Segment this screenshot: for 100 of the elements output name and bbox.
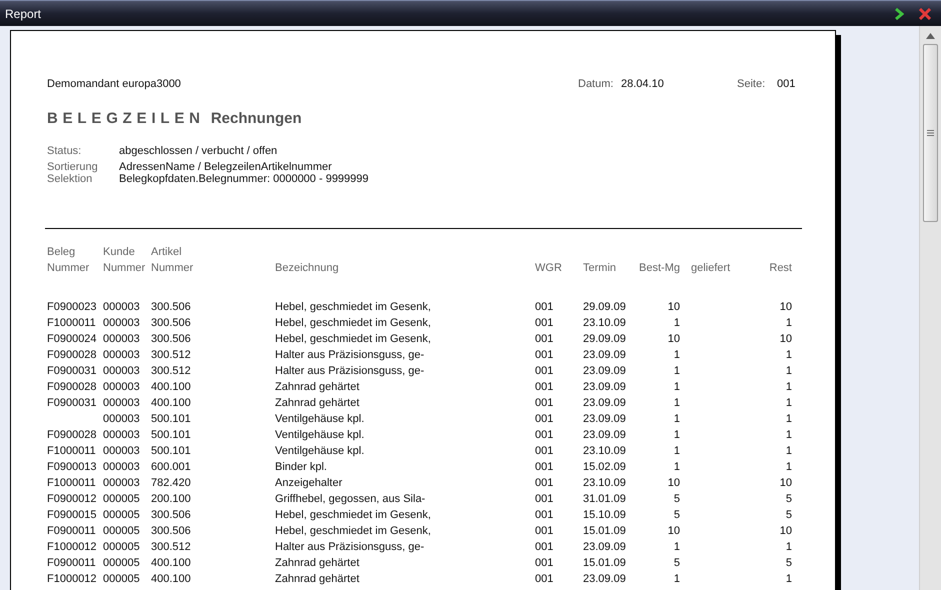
table-cell: 500.101 — [151, 445, 191, 458]
table-cell: 23.09.09 — [583, 381, 626, 394]
table-cell: 1 — [674, 349, 680, 362]
table-cell: 001 — [535, 525, 554, 538]
table-cell: F0900023 — [47, 301, 97, 314]
criteria-value: abgeschlossen / verbucht / offen — [119, 144, 278, 156]
table-cell: F1000012 — [47, 541, 97, 554]
table-cell: 001 — [535, 557, 554, 570]
table-cell: 300.512 — [151, 541, 191, 554]
table-cell: 1 — [674, 381, 680, 394]
table-cell: 001 — [535, 445, 554, 458]
table-cell: 001 — [535, 429, 554, 442]
table-cell: 1 — [786, 541, 792, 554]
table-cell: 1 — [674, 317, 680, 330]
table-cell: Binder kpl. — [275, 461, 327, 474]
table-cell: 1 — [674, 445, 680, 458]
table-cell: 5 — [786, 493, 792, 506]
field-label: Seite: — [737, 76, 766, 92]
close-icon[interactable] — [919, 8, 931, 20]
criteria-label: Selektion — [47, 172, 94, 184]
table-cell: 1 — [786, 573, 792, 586]
table-cell: Halter aus Präzisionsguss, ge- — [275, 349, 424, 362]
table-cell: 000005 — [103, 573, 140, 586]
table-cell: 1 — [786, 461, 792, 474]
table-cell: 23.09.09 — [583, 397, 626, 410]
table-cell: 200.100 — [151, 493, 191, 506]
table-cell: Hebel, geschmiedet im Gesenk, — [275, 317, 431, 330]
table-cell: 000003 — [103, 301, 140, 314]
table-cell: 001 — [535, 365, 554, 378]
table-cell: 29.09.09 — [583, 333, 626, 346]
table-cell: 300.512 — [151, 349, 191, 362]
table-cell: F0900031 — [47, 397, 97, 410]
table-cell: Hebel, geschmiedet im Gesenk, — [275, 333, 431, 346]
table-cell: F0900028 — [47, 381, 97, 394]
table-cell: 1 — [674, 365, 680, 378]
table-cell: 23.10.09 — [583, 445, 626, 458]
table-cell: 000003 — [103, 477, 140, 490]
table-cell: Hebel, geschmiedet im Gesenk, — [275, 509, 431, 522]
table-cell: 500.101 — [151, 429, 191, 442]
table-cell: 000003 — [103, 429, 140, 442]
table-cell: 001 — [535, 333, 554, 346]
criteria-value: Belegkopfdaten.Belegnummer: 0000000 - 9999999 — [119, 172, 369, 184]
table-cell: 1 — [786, 349, 792, 362]
table-cell: 000003 — [103, 333, 140, 346]
criteria-label: Sortierung — [47, 160, 99, 172]
scroll-up-icon[interactable] — [926, 33, 935, 39]
table-cell: 000005 — [103, 541, 140, 554]
table-cell: 000003 — [103, 381, 140, 394]
table-cell: 15.10.09 — [583, 509, 626, 522]
table-cell: 000003 — [103, 397, 140, 410]
table-cell: 500.101 — [151, 413, 191, 426]
table-cell: 23.10.09 — [583, 317, 626, 330]
date-value: 28.04.10 — [621, 76, 665, 92]
table-cell: 600.001 — [151, 461, 191, 474]
column-heading: Termin — [583, 260, 618, 276]
play-icon[interactable] — [894, 8, 904, 20]
table-cell: 23.10.09 — [583, 477, 626, 490]
table-cell: 300.506 — [151, 333, 191, 346]
table-cell: F1000011 — [47, 317, 96, 330]
table-cell: 10 — [780, 301, 792, 314]
table-cell: 23.09.09 — [583, 541, 626, 554]
field-label: Datum: — [578, 76, 614, 92]
table-cell: 001 — [535, 477, 554, 490]
table-cell: 10 — [668, 525, 680, 538]
table-cell: 1 — [674, 397, 680, 410]
table-cell: 1 — [786, 429, 792, 442]
table-cell: Griffhebel, gegossen, aus Sila- — [275, 493, 426, 506]
table-cell: 10 — [668, 477, 680, 490]
company-name: Demomandant europa3000 — [47, 76, 182, 92]
table-cell: 15.02.09 — [583, 461, 626, 474]
table-cell: 1 — [786, 381, 792, 394]
table-cell: 300.506 — [151, 301, 191, 314]
table-cell: 5 — [674, 557, 680, 570]
column-heading: Nummer — [47, 260, 90, 276]
table-cell: 1 — [786, 365, 792, 378]
table-cell: 1 — [786, 317, 792, 330]
table-cell: F0900024 — [47, 333, 97, 346]
table-cell: 300.506 — [151, 509, 191, 522]
table-cell: 001 — [535, 317, 554, 330]
table-cell: 10 — [780, 477, 792, 490]
page-number: 001 — [777, 76, 796, 92]
table-cell: 001 — [535, 541, 554, 554]
column-heading: Artikel — [151, 244, 183, 260]
table-cell: F0900028 — [47, 429, 97, 442]
table-cell: Ventilgehäuse kpl. — [275, 429, 364, 442]
scroll-thumb[interactable] — [923, 44, 938, 222]
report-subtitle: Rechnungen — [210, 109, 302, 129]
table-cell: 000005 — [103, 525, 140, 538]
table-cell: F0900031 — [47, 365, 97, 378]
table-cell: 23.09.09 — [583, 413, 626, 426]
table-cell: 1 — [674, 461, 680, 474]
table-cell: Zahnrad gehärtet — [275, 397, 360, 410]
table-cell: 23.09.09 — [583, 429, 626, 442]
table-cell: 000003 — [103, 445, 140, 458]
table-cell: Hebel, geschmiedet im Gesenk, — [275, 301, 431, 314]
scrollbar[interactable] — [919, 26, 941, 590]
table-cell: F1000012 — [47, 573, 97, 586]
table-cell: F0900011 — [47, 557, 96, 570]
table-cell: 001 — [535, 397, 554, 410]
table-cell: 1 — [674, 429, 680, 442]
